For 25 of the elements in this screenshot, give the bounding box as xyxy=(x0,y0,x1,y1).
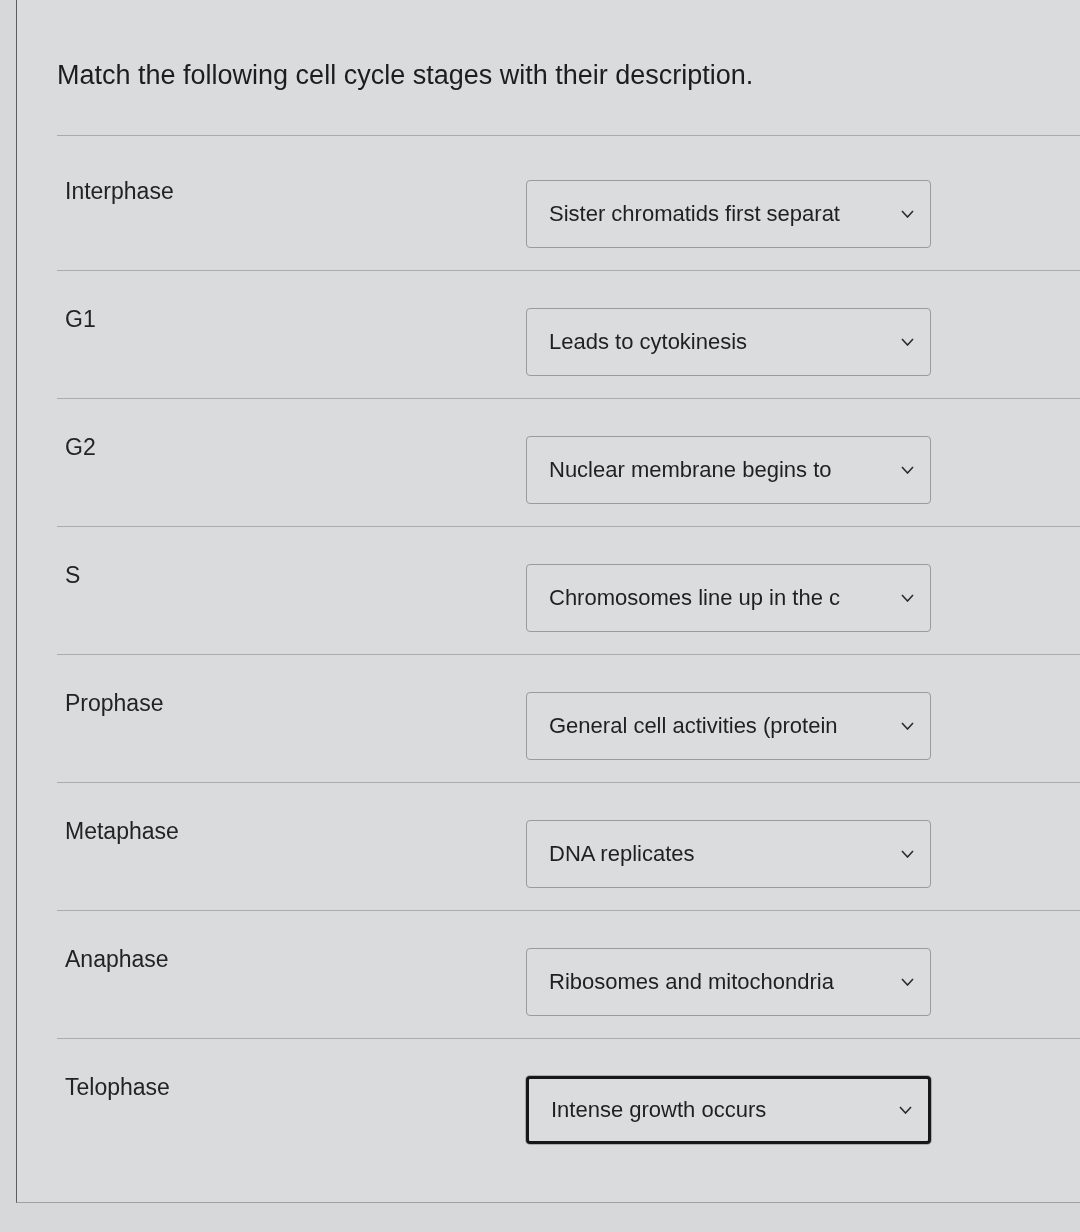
stage-label: Telophase xyxy=(65,1074,170,1100)
chevron-down-icon xyxy=(899,1106,912,1114)
chevron-down-icon xyxy=(901,978,914,986)
answer-dropdown[interactable]: Chromosomes line up in the c xyxy=(526,564,931,632)
answer-dropdown[interactable]: DNA replicates xyxy=(526,820,931,888)
chevron-down-icon xyxy=(901,594,914,602)
answer-dropdown[interactable]: Nuclear membrane begins to xyxy=(526,436,931,504)
answer-dropdown[interactable]: Sister chromatids first separat xyxy=(526,180,931,248)
answer-dropdown[interactable]: Ribosomes and mitochondria xyxy=(526,948,931,1016)
stage-label: Anaphase xyxy=(65,946,169,972)
chevron-down-icon xyxy=(901,338,914,346)
chevron-down-icon xyxy=(901,210,914,218)
answer-dropdown[interactable]: General cell activities (protein xyxy=(526,692,931,760)
answer-dropdown[interactable]: Intense growth occurs xyxy=(526,1076,931,1144)
question-text: Match the following cell cycle stages with their description. xyxy=(57,59,754,92)
stage-label: Prophase xyxy=(65,690,164,716)
stage-label: Metaphase xyxy=(65,818,179,844)
chevron-down-icon xyxy=(901,850,914,858)
stage-label: G1 xyxy=(65,306,96,332)
stage-label: G2 xyxy=(65,434,96,460)
chevron-down-icon xyxy=(901,466,914,474)
stage-label: S xyxy=(65,562,81,588)
answer-dropdown[interactable]: Leads to cytokinesis xyxy=(526,308,931,376)
chevron-down-icon xyxy=(901,722,914,730)
stage-label: Interphase xyxy=(65,178,174,204)
